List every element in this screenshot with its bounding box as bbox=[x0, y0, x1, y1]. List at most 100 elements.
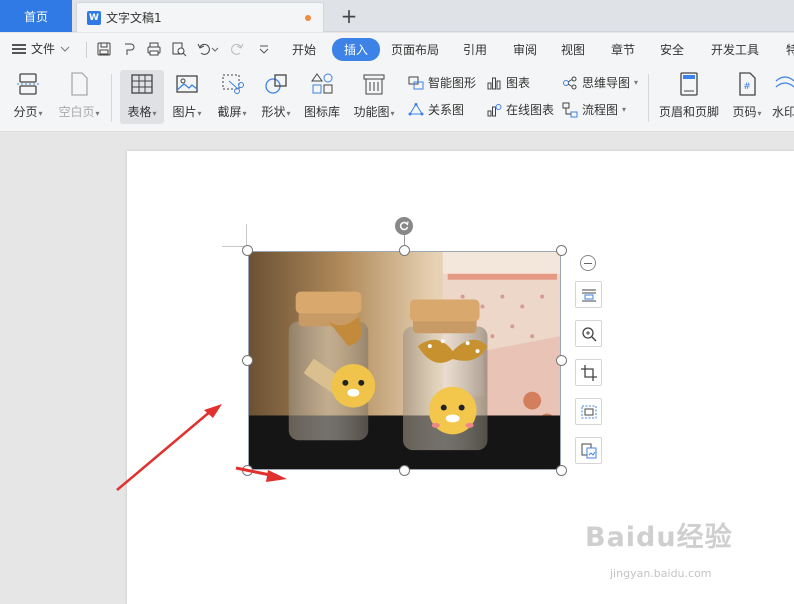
watermark-url: jingyan.baidu.com bbox=[610, 567, 712, 580]
screenshot-icon bbox=[222, 74, 244, 94]
icon-library-icon bbox=[311, 73, 333, 94]
chevron-down-icon bbox=[259, 45, 269, 54]
flowchart-icon bbox=[562, 102, 578, 117]
screenshot-button[interactable]: 截屏▾ bbox=[212, 70, 252, 124]
save-button[interactable] bbox=[95, 40, 113, 58]
blank-page-button[interactable]: 空白页▾ bbox=[54, 70, 104, 124]
resize-handle-bottom[interactable] bbox=[399, 465, 410, 476]
jars-photo bbox=[249, 252, 560, 469]
frame-icon bbox=[581, 405, 596, 418]
file-menu-label: 文件 bbox=[31, 42, 56, 56]
bar-chart-icon bbox=[487, 77, 501, 89]
relation-chart-button[interactable]: 关系图 bbox=[408, 101, 464, 118]
layout-options-button[interactable] bbox=[575, 281, 602, 308]
file-menu-button[interactable]: 文件 bbox=[12, 40, 70, 57]
caret-down-icon: ▾ bbox=[197, 109, 202, 118]
page-number-icon: # bbox=[739, 72, 756, 96]
blank-page-label: 空白页 bbox=[58, 105, 95, 119]
tab-developer[interactable]: 开发工具 bbox=[711, 41, 759, 58]
tab-document[interactable]: W 文字文稿1 bbox=[76, 2, 324, 32]
picture-icon bbox=[176, 75, 198, 93]
zoom-picture-button[interactable] bbox=[575, 320, 602, 347]
resize-handle-right[interactable] bbox=[556, 355, 567, 366]
margin-marker bbox=[246, 224, 247, 246]
mind-map-button[interactable]: 思维导图 ▾ bbox=[562, 74, 638, 91]
undo-dropdown[interactable] bbox=[210, 40, 220, 58]
flowchart-button[interactable]: 流程图 ▾ bbox=[562, 101, 626, 118]
new-tab-button[interactable]: + bbox=[338, 4, 360, 28]
watermark-label: 水印 bbox=[772, 105, 794, 119]
relation-chart-label: 关系图 bbox=[428, 103, 465, 117]
resize-handle-top-right[interactable] bbox=[556, 245, 567, 256]
export-button[interactable] bbox=[120, 40, 138, 58]
customize-quick-access[interactable] bbox=[255, 40, 273, 58]
caret-down-icon: ▾ bbox=[95, 109, 100, 118]
page-break-icon bbox=[17, 73, 39, 95]
header-footer-button[interactable]: 页眉和页脚 bbox=[657, 70, 721, 124]
resize-handle-bottom-left[interactable] bbox=[242, 465, 253, 476]
function-chart-icon bbox=[363, 74, 385, 95]
screenshot-label: 截屏 bbox=[217, 105, 242, 119]
rotate-handle[interactable] bbox=[395, 217, 413, 235]
caret-down-icon: ▾ bbox=[242, 109, 247, 118]
picture-convert-icon bbox=[581, 443, 596, 458]
function-chart-label: 功能图 bbox=[353, 105, 390, 119]
tab-start[interactable]: 开始 bbox=[292, 41, 316, 58]
print-icon bbox=[147, 42, 161, 56]
picture-to-text-button[interactable] bbox=[575, 437, 602, 464]
collapse-toolbar-button[interactable] bbox=[580, 255, 596, 271]
print-preview-button[interactable] bbox=[170, 40, 188, 58]
smart-graphic-button[interactable]: 智能图形 bbox=[408, 74, 476, 91]
tab-references[interactable]: 引用 bbox=[463, 41, 487, 58]
tab-bar: 首页 W 文字文稿1 + bbox=[0, 0, 794, 32]
export-icon bbox=[125, 43, 135, 55]
shape-button[interactable]: 形状▾ bbox=[257, 70, 295, 124]
resize-handle-left[interactable] bbox=[242, 355, 253, 366]
caret-down-icon: ▾ bbox=[757, 109, 762, 118]
inserted-picture[interactable] bbox=[248, 251, 561, 470]
online-chart-button[interactable]: 在线图表 bbox=[486, 101, 554, 118]
caret-down-icon: ▾ bbox=[286, 109, 291, 118]
tab-page-layout[interactable]: 页面布局 bbox=[391, 41, 439, 58]
caret-down-icon: ▾ bbox=[152, 109, 157, 118]
icon-library-button[interactable]: 图标库 bbox=[302, 70, 342, 124]
online-chart-icon bbox=[487, 103, 502, 116]
picture-frame-button[interactable] bbox=[575, 398, 602, 425]
relation-chart-icon bbox=[408, 102, 424, 115]
page-number-button[interactable]: # 页码▾ bbox=[728, 70, 766, 124]
tab-home[interactable]: 首页 bbox=[0, 0, 72, 32]
shape-icon bbox=[265, 74, 287, 94]
tab-insert[interactable]: 插入 bbox=[332, 38, 381, 61]
page-break-button[interactable]: 分页▾ bbox=[8, 70, 48, 124]
caret-down-icon: ▾ bbox=[634, 78, 639, 87]
function-chart-button[interactable]: 功能图▾ bbox=[350, 70, 398, 124]
tab-sections[interactable]: 章节 bbox=[611, 41, 635, 58]
picture-button[interactable]: 图片▾ bbox=[168, 70, 206, 124]
print-preview-icon bbox=[172, 42, 187, 57]
rotate-icon bbox=[399, 221, 409, 231]
redo-button[interactable] bbox=[228, 40, 246, 58]
resize-handle-top-left[interactable] bbox=[242, 245, 253, 256]
tab-special[interactable]: 特 bbox=[786, 41, 794, 58]
tab-security[interactable]: 安全 bbox=[660, 41, 684, 58]
chart-button[interactable]: 图表 bbox=[486, 74, 530, 91]
table-icon bbox=[131, 74, 153, 94]
save-icon bbox=[97, 42, 111, 56]
header-footer-icon bbox=[680, 72, 698, 96]
resize-handle-top[interactable] bbox=[399, 245, 410, 256]
document-title: 文字文稿1 bbox=[106, 11, 162, 25]
watermark-button[interactable]: 水印 bbox=[772, 70, 794, 124]
watermark-brand: Baidu经验 bbox=[585, 522, 733, 553]
smart-graphic-icon bbox=[408, 76, 424, 89]
chevron-down-icon bbox=[60, 46, 70, 52]
resize-handle-bottom-right[interactable] bbox=[556, 465, 567, 476]
site-watermark: Baidu经验 jingyan.baidu.com bbox=[585, 515, 733, 580]
table-button[interactable]: 表格▾ bbox=[120, 70, 164, 124]
table-label: 表格 bbox=[127, 105, 152, 119]
tab-review[interactable]: 审阅 bbox=[513, 41, 537, 58]
tab-view[interactable]: 视图 bbox=[561, 41, 585, 58]
page-break-label: 分页 bbox=[13, 105, 38, 119]
print-button[interactable] bbox=[145, 40, 163, 58]
crop-button[interactable] bbox=[575, 359, 602, 386]
crop-icon bbox=[580, 364, 597, 381]
